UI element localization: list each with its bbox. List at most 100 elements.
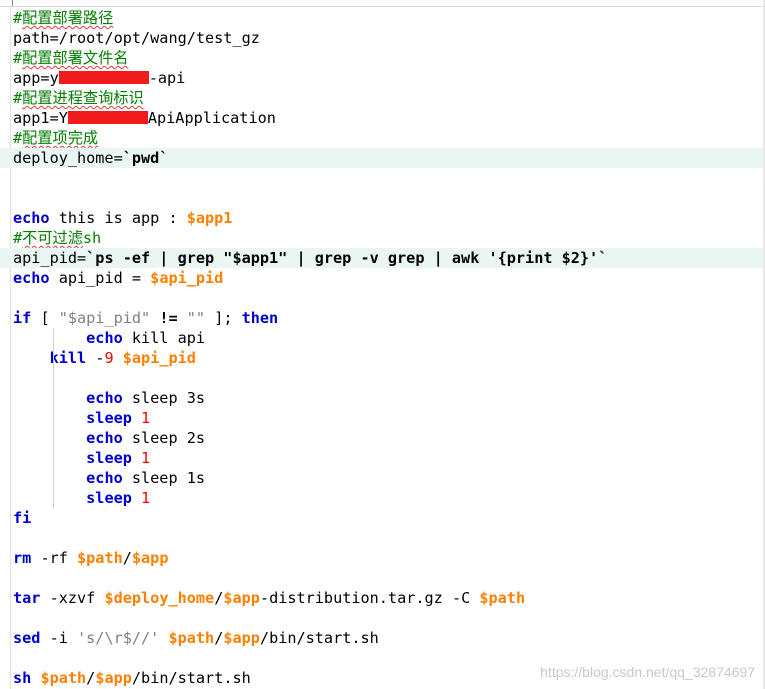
watermark-text: https://blog.csdn.net/qq_32874697 <box>540 664 755 680</box>
code-token: if <box>13 309 32 327</box>
code-line[interactable]: sleep 1 <box>0 408 765 428</box>
code-token: sh <box>13 669 32 687</box>
code-line[interactable]: #配置进程查询标识 <box>0 88 765 108</box>
code-line[interactable]: rm -rf $path/$app <box>0 548 765 568</box>
code-line[interactable]: #配置部署文件名 <box>0 48 765 68</box>
code-area[interactable]: #配置部署路径 path=/root/opt/wang/test_gz #配置部署文… <box>0 8 765 688</box>
indent-guide <box>53 368 54 388</box>
code-line[interactable]: ​ <box>0 288 765 308</box>
indent-guide <box>53 408 54 428</box>
code-line[interactable]: ​ <box>0 568 765 588</box>
code-token: 1 <box>141 449 151 467</box>
code-token: $api_pid <box>122 349 196 367</box>
code-line[interactable]: echo kill api <box>0 328 765 348</box>
code-line[interactable]: echo api_pid = $api_pid <box>0 268 765 288</box>
code-token: -rf <box>31 549 78 567</box>
caret-tick <box>12 0 13 6</box>
code-token: -xzvf <box>40 589 105 607</box>
code-line[interactable]: echo sleep 3s <box>0 388 765 408</box>
code-token: echo <box>86 389 123 407</box>
indent-guide <box>53 388 54 408</box>
code-token: 2s <box>186 429 206 447</box>
code-token: ]; <box>205 309 242 327</box>
code-token: # <box>13 129 23 147</box>
code-token: deploy_home= <box>13 149 123 167</box>
code-line[interactable]: sed -i 's/\r$//' $path/$app/bin/start.sh <box>0 628 765 648</box>
code-line[interactable]: path=/root/opt/wang/test_gz <box>0 28 765 48</box>
code-line[interactable]: kill -9 $api_pid <box>0 348 765 368</box>
code-token: echo <box>13 269 50 287</box>
code-line[interactable]: #不可过滤sh <box>0 228 765 248</box>
code-token: sleep <box>86 409 132 427</box>
code-token: / <box>214 629 224 647</box>
indent-guide <box>53 448 54 468</box>
code-token: # <box>13 89 23 107</box>
code-token: -i <box>40 629 78 647</box>
code-line[interactable]: fi <box>0 508 765 528</box>
code-line[interactable]: ​ <box>0 168 765 188</box>
code-token: / <box>214 589 224 607</box>
code-token: echo <box>86 469 123 487</box>
code-token: 1 <box>141 489 151 507</box>
code-token: sh <box>82 229 102 247</box>
code-token: fi <box>13 509 32 527</box>
code-line[interactable]: api_pid=`ps -ef | grep "$app1" | grep -v… <box>0 248 765 268</box>
editor-top-border <box>0 0 765 7</box>
code-line[interactable]: deploy_home=`pwd` <box>0 148 765 168</box>
code-line[interactable]: ​ <box>0 188 765 208</box>
code-token: $app <box>131 549 169 567</box>
code-token: $app1 <box>186 209 233 227</box>
code-token: $path <box>479 589 526 607</box>
code-token: / <box>86 669 96 687</box>
code-token: sleep <box>122 469 187 487</box>
indent-guide <box>53 428 54 448</box>
code-token: -distribution.tar.gz -C <box>259 589 480 607</box>
code-line[interactable]: #配置部署路径 <box>0 8 765 28</box>
code-token: ApiApplication <box>147 109 276 127</box>
code-token: rm <box>13 549 32 567</box>
code-token: $deploy_home <box>104 589 215 607</box>
code-token: 3s <box>186 389 206 407</box>
code-token: 's/\r$//' <box>77 629 160 647</box>
code-line[interactable]: echo this is app : $app1 <box>0 208 765 228</box>
code-token: `ps -ef | grep "$app1" | grep -v grep | … <box>86 249 608 267</box>
code-token: $path <box>40 669 87 687</box>
indent-guide <box>53 468 54 488</box>
code-token: echo <box>86 429 123 447</box>
code-line[interactable]: app1=Y ApiApplication <box>0 108 765 128</box>
code-token: tar <box>13 589 41 607</box>
code-token: kill <box>49 349 87 367</box>
code-line[interactable]: echo sleep 1s <box>0 468 765 488</box>
code-editor[interactable]: #配置部署路径 path=/root/opt/wang/test_gz #配置部署文… <box>0 0 765 689</box>
code-line[interactable]: ​ <box>0 528 765 548</box>
code-token: path=/root/opt/wang/test_gz <box>13 29 260 47</box>
code-line[interactable]: ​ <box>0 608 765 628</box>
code-token: $app <box>223 589 260 607</box>
code-token: 不可过滤 <box>22 229 83 247</box>
code-token: 配置部署路径 <box>22 9 114 27</box>
code-token: /bin/start.sh <box>131 669 251 687</box>
code-token: sleep <box>122 389 187 407</box>
code-token: echo <box>13 209 50 227</box>
redaction-block <box>67 111 148 124</box>
code-token: # <box>13 9 23 27</box>
code-line[interactable]: ​ <box>0 368 765 388</box>
code-line[interactable]: #配置项完成 <box>0 128 765 148</box>
redaction-block <box>58 71 149 84</box>
code-line[interactable]: tar -xzvf $deploy_home/$app-distribution… <box>0 588 765 608</box>
code-line[interactable]: sleep 1 <box>0 448 765 468</box>
code-line[interactable]: sleep 1 <box>0 488 765 508</box>
code-line[interactable]: echo sleep 2s <box>0 428 765 448</box>
code-token: app1=Y <box>13 109 68 127</box>
code-token: -api <box>148 69 186 87</box>
code-line[interactable]: if [ "$api_pid" != "" ]; then <box>0 308 765 328</box>
code-token: `pwd` <box>122 149 169 167</box>
code-token: / <box>122 549 132 567</box>
code-line[interactable]: app=y -api <box>0 68 765 88</box>
